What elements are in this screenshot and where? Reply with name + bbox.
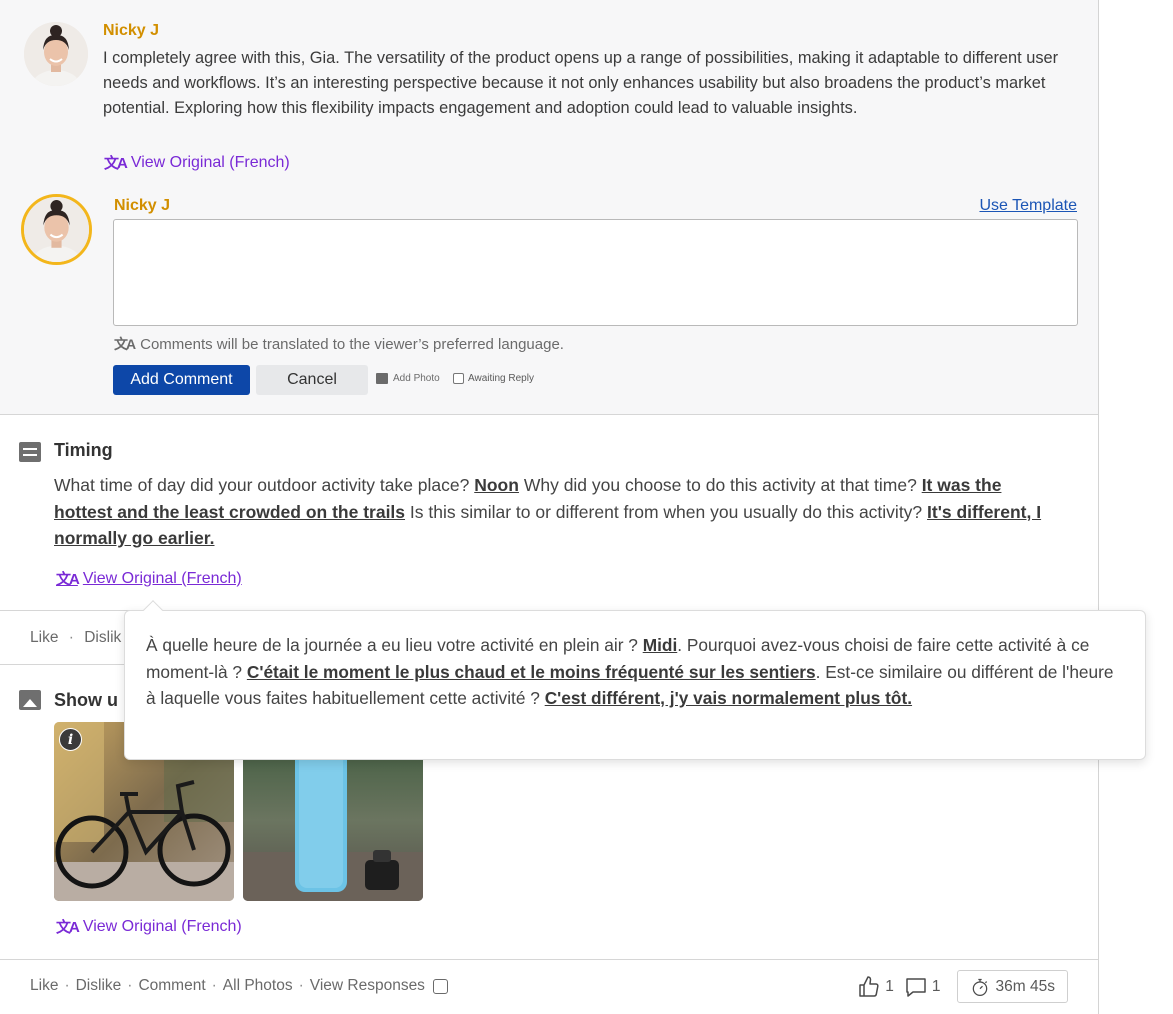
- like-link[interactable]: Like: [30, 977, 58, 995]
- avatar[interactable]: [24, 22, 88, 86]
- separator: ·: [127, 977, 133, 994]
- awaiting-reply-toggle[interactable]: Awaiting Reply: [453, 373, 534, 384]
- reply-author: Nicky J: [114, 197, 171, 214]
- original-french-text: À quelle heure de la journée a eu lieu v…: [146, 632, 1124, 712]
- likes-count: 1: [885, 977, 894, 995]
- separator: ·: [64, 977, 70, 994]
- feed-panel: Nicky J I completely agree with this, Gi…: [0, 0, 1099, 1014]
- post-actions: Like · Dislike · Comment · All Photos · …: [30, 977, 448, 995]
- post-actions: Like · Dislik: [30, 629, 121, 647]
- add-comment-button[interactable]: Add Comment: [113, 365, 250, 395]
- dislike-link[interactable]: Dislik: [84, 629, 121, 646]
- question-text: Why did you choose to do this activity a…: [523, 475, 917, 495]
- translate-icon: 文A: [56, 571, 80, 588]
- comment-author[interactable]: Nicky J: [103, 22, 159, 40]
- photos-section-icon: [19, 690, 41, 710]
- all-photos-link[interactable]: All Photos: [223, 977, 293, 995]
- timing-responses: What time of day did your outdoor activi…: [54, 472, 1064, 552]
- comment-thread: Nicky J I completely agree with this, Gi…: [0, 0, 1098, 415]
- question-text: What time of day did your outdoor activi…: [54, 475, 470, 495]
- separator: ·: [298, 977, 304, 994]
- view-original-label: View Original (French): [130, 153, 290, 171]
- translate-icon: 文A: [56, 919, 80, 936]
- view-original-link[interactable]: 文A View Original (French): [56, 916, 242, 937]
- question-text: Is this similar to or different from whe…: [409, 501, 923, 522]
- translation-notice: 文A Comments will be translated to the vi…: [114, 334, 564, 354]
- separator: ·: [68, 629, 74, 646]
- view-responses-link[interactable]: View Responses: [310, 977, 425, 995]
- thumbs-up-icon: [859, 975, 879, 997]
- timer-value: 36m 45s: [995, 977, 1055, 995]
- view-original-link[interactable]: 文A View Original (French): [56, 568, 242, 589]
- post-action-bar: Like · Dislike · Comment · All Photos · …: [0, 959, 1098, 1013]
- add-photo-label: Add Photo: [393, 373, 440, 384]
- timing-section-icon: [19, 442, 41, 462]
- answer-text: C'est différent, j'y vais normalement pl…: [544, 688, 913, 708]
- post-stats: 1 1 36m 45s: [857, 970, 1068, 1003]
- comment-body: I completely agree with this, Gia. The v…: [103, 49, 1059, 117]
- comments-stat[interactable]: 1: [904, 975, 941, 999]
- likes-stat[interactable]: 1: [857, 975, 894, 999]
- dislike-link[interactable]: Dislike: [76, 977, 122, 995]
- response-timer: 36m 45s: [956, 970, 1068, 1003]
- separator: ·: [211, 977, 217, 994]
- like-link[interactable]: Like: [30, 629, 58, 646]
- view-original-label: View Original (French): [82, 917, 242, 935]
- translation-notice-text: Comments will be translated to the viewe…: [140, 335, 564, 353]
- translate-icon: 文A: [104, 155, 128, 172]
- section-title: Show u: [54, 690, 118, 710]
- answer-text: Noon: [474, 475, 519, 495]
- comment-icon: [906, 977, 926, 997]
- add-photo-button[interactable]: Add Photo: [376, 373, 440, 384]
- use-template-link[interactable]: Use Template: [979, 197, 1077, 215]
- image-icon: [376, 373, 388, 384]
- awaiting-reply-checkbox[interactable]: [453, 373, 464, 384]
- section-title: Timing: [54, 440, 113, 460]
- info-icon[interactable]: i: [59, 728, 82, 751]
- translate-icon: 文A: [114, 336, 136, 352]
- view-responses-checkbox[interactable]: [432, 978, 448, 994]
- comments-count: 1: [931, 977, 941, 995]
- view-original-link[interactable]: 文A View Original (French): [104, 152, 290, 173]
- answer-text: C'était le moment le plus chaud et le mo…: [246, 661, 816, 682]
- original-text-popover: À quelle heure de la journée a eu lieu v…: [124, 600, 1146, 760]
- answer-text: Midi: [642, 635, 678, 655]
- awaiting-reply-label: Awaiting Reply: [468, 373, 534, 384]
- current-user-avatar: [21, 194, 92, 265]
- question-text: À quelle heure de la journée a eu lieu v…: [146, 635, 638, 655]
- comment-link[interactable]: Comment: [138, 977, 205, 995]
- cancel-button[interactable]: Cancel: [256, 365, 368, 395]
- comment-input[interactable]: [113, 219, 1078, 326]
- stopwatch-icon: [972, 978, 987, 996]
- view-original-label: View Original (French): [82, 569, 242, 587]
